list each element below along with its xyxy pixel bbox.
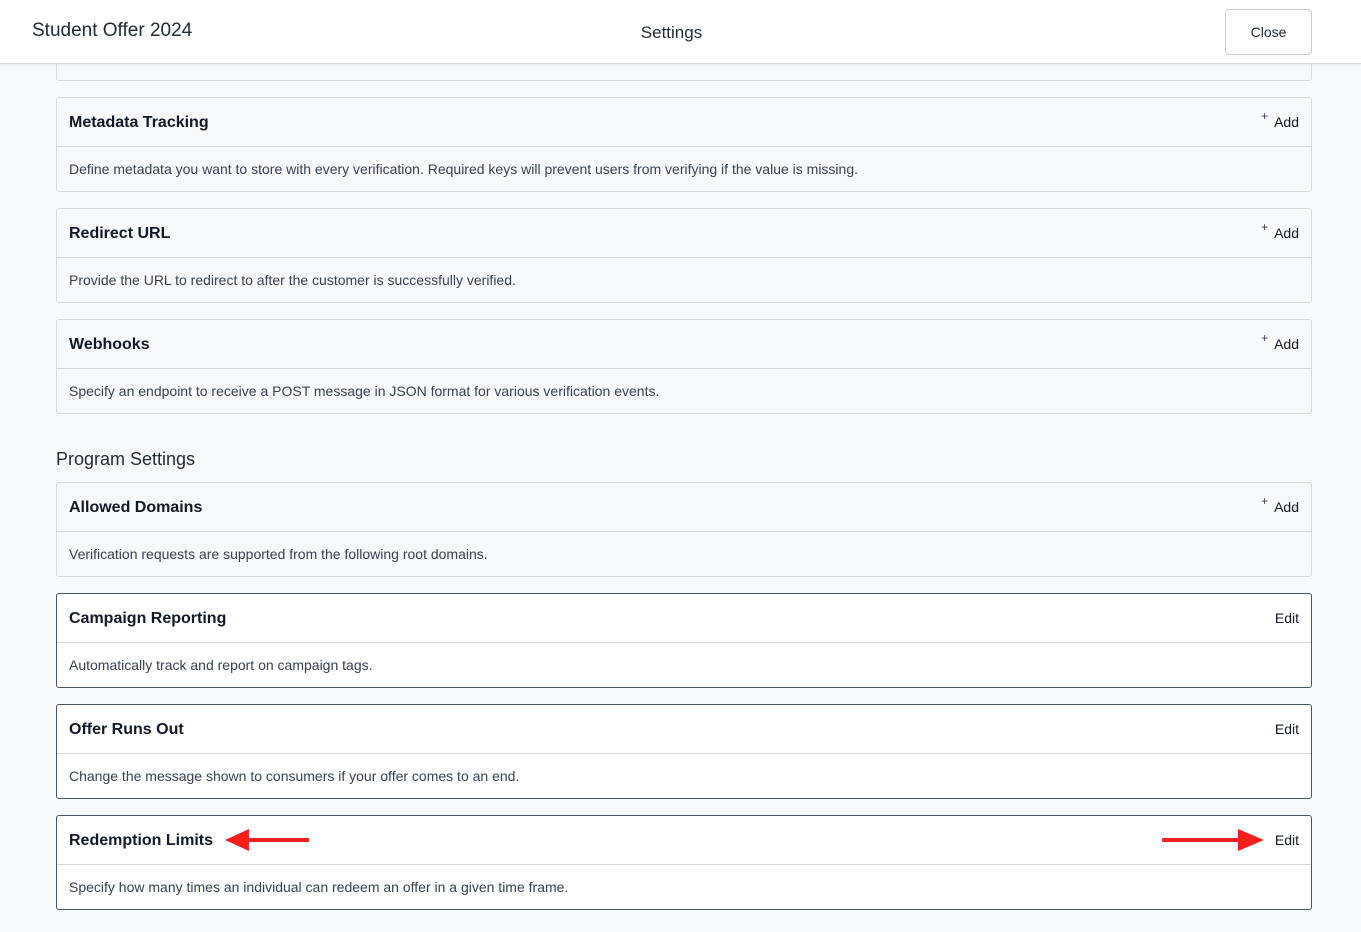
card-title: Redirect URL xyxy=(69,225,171,242)
add-button[interactable]: + Add xyxy=(1261,109,1299,130)
redirect-url-card: Redirect URL + Add Provide the URL to re… xyxy=(56,208,1312,303)
card-title: Metadata Tracking xyxy=(69,114,209,131)
card-description: Verification requests are supported from… xyxy=(69,546,488,562)
add-label: Add xyxy=(1274,499,1299,515)
header-bar: Student Offer 2024 Settings Close xyxy=(0,0,1361,64)
card-description: Define metadata you want to store with e… xyxy=(69,161,859,177)
card-title: Allowed Domains xyxy=(69,499,203,516)
webhooks-card: Webhooks + Add Specify an endpoint to re… xyxy=(56,319,1312,414)
settings-content: Metadata Tracking + Add Define metadata … xyxy=(0,0,1361,932)
add-label: Add xyxy=(1274,114,1299,130)
edit-button[interactable]: Edit xyxy=(1275,721,1299,737)
page-title: Settings xyxy=(640,23,703,42)
campaign-reporting-card: Campaign Reporting Edit Automatically tr… xyxy=(56,593,1312,688)
plus-icon: + xyxy=(1261,109,1269,123)
card-description: Provide the URL to redirect to after the… xyxy=(69,272,516,288)
card-header: Offer Runs Out Edit xyxy=(57,705,1311,754)
card-description: Specify an endpoint to receive a POST me… xyxy=(69,383,660,399)
add-button[interactable]: + Add xyxy=(1261,494,1299,515)
card-title: Redemption Limits xyxy=(69,832,214,849)
plus-icon: + xyxy=(1261,331,1269,345)
allowed-domains-card: Allowed Domains + Add Verification reque… xyxy=(56,482,1312,577)
add-button[interactable]: + Add xyxy=(1261,331,1299,352)
card-header: Webhooks + Add xyxy=(57,320,1311,369)
plus-icon: + xyxy=(1261,220,1269,234)
card-description: Specify how many times an individual can… xyxy=(69,879,569,895)
add-label: Add xyxy=(1274,225,1299,241)
metadata-tracking-card: Metadata Tracking + Add Define metadata … xyxy=(56,97,1312,192)
card-title: Offer Runs Out xyxy=(69,721,184,738)
card-header: Redirect URL + Add xyxy=(57,209,1311,258)
plus-icon: + xyxy=(1261,494,1269,508)
card-description: Change the message shown to consumers if… xyxy=(69,768,520,784)
edit-button[interactable]: Edit xyxy=(1275,610,1299,626)
card-title: Campaign Reporting xyxy=(69,610,227,627)
card-header: Allowed Domains + Add xyxy=(57,483,1311,532)
close-button[interactable]: Close xyxy=(1225,9,1312,55)
arrow-right-icon xyxy=(1162,829,1264,851)
add-button[interactable]: + Add xyxy=(1261,220,1299,241)
card-description: Automatically track and report on campai… xyxy=(69,657,373,673)
card-header: Metadata Tracking + Add xyxy=(57,98,1311,147)
section-title: Program Settings xyxy=(56,449,196,469)
card-title: Webhooks xyxy=(69,336,150,353)
edit-button[interactable]: Edit xyxy=(1275,832,1299,848)
offer-runs-out-card: Offer Runs Out Edit Change the message s… xyxy=(56,704,1312,799)
card-header: Campaign Reporting Edit xyxy=(57,594,1311,643)
add-label: Add xyxy=(1274,336,1299,352)
arrow-left-icon xyxy=(225,829,309,851)
